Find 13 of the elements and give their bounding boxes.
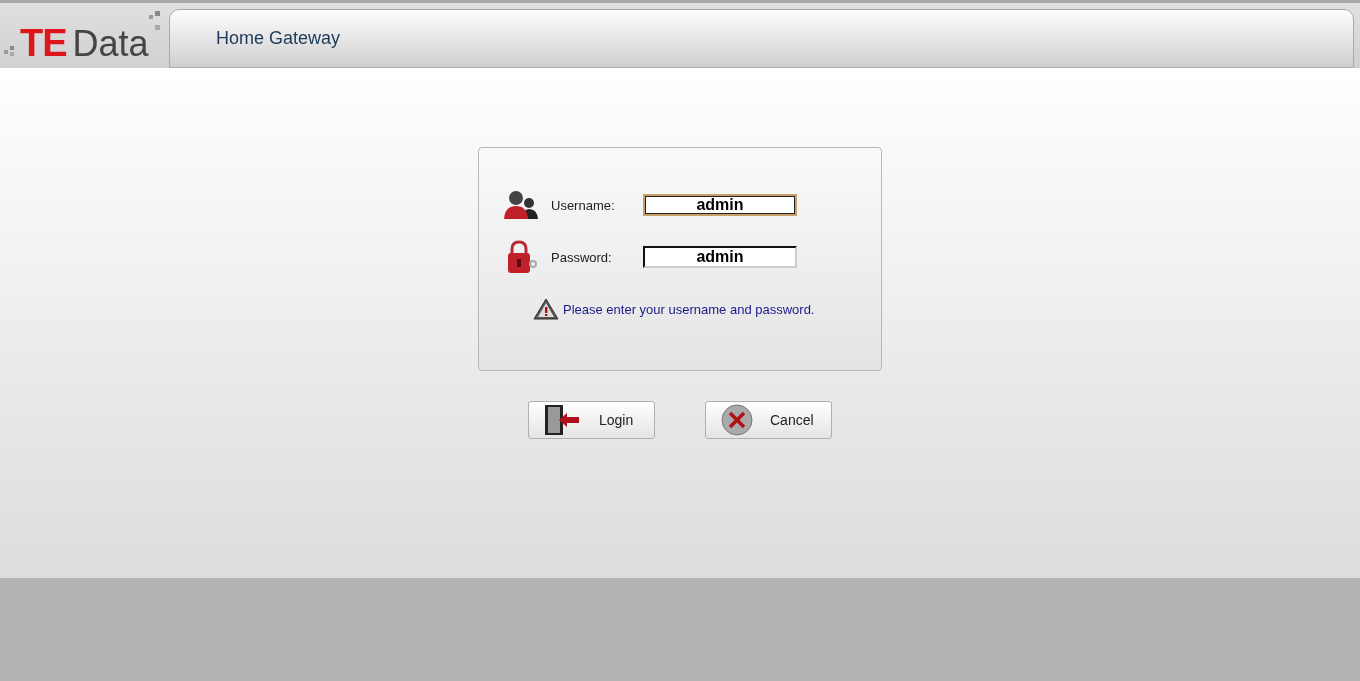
input-field[interactable]: admin: [643, 246, 797, 268]
cancel-button[interactable]: Cancel: [705, 401, 832, 439]
warning-icon: [533, 298, 559, 320]
cancel-x-icon: [720, 404, 754, 436]
input-field[interactable]: admin: [643, 194, 797, 216]
users-icon: [503, 189, 539, 221]
field-label: Username:: [550, 197, 616, 213]
logo-mark: TE: [20, 24, 67, 62]
field-label: Password:: [550, 249, 613, 265]
logo-word: Data: [72, 26, 149, 62]
login-button[interactable]: Login: [528, 401, 655, 439]
page-title: Home Gateway: [216, 28, 341, 49]
info-message: Please enter your username and password.: [563, 301, 815, 317]
